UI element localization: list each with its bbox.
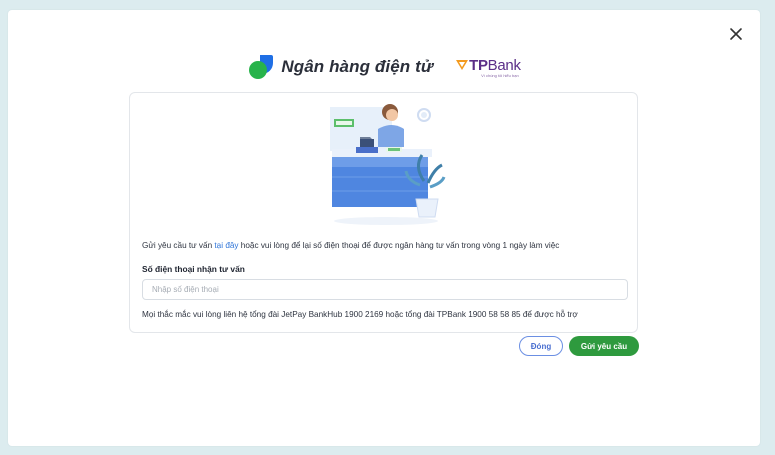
tpbank-mark-icon bbox=[456, 60, 469, 70]
modal-actions: Đóng Gửi yêu cầu bbox=[519, 336, 639, 356]
tpbank-name-bank: Bank bbox=[487, 56, 521, 74]
consultation-card: Gửi yêu cầu tư vấn tại đây hoặc vui lòng… bbox=[129, 92, 638, 333]
submit-request-button[interactable]: Gửi yêu cầu bbox=[569, 336, 639, 356]
tpbank-name-tp: TP bbox=[469, 56, 488, 74]
intro-suffix: hoặc vui lòng để lại số điện thoại để đư… bbox=[238, 241, 560, 250]
consultation-modal: Ngân hàng điện tử TPBank Vì chúng tôi hi… bbox=[8, 10, 760, 446]
phone-label: Số điện thoại nhận tư vấn bbox=[142, 264, 245, 274]
support-text: Mọi thắc mắc vui lòng liên hệ tổng đài J… bbox=[142, 310, 578, 319]
brand-title: Ngân hàng điện tử bbox=[281, 57, 434, 76]
jetpay-leaf-icon bbox=[249, 55, 274, 79]
bank-teller-illustration bbox=[330, 104, 446, 225]
phone-input[interactable] bbox=[142, 279, 628, 300]
tpbank-tagline: Vì chúng tôi hiểu bạn bbox=[481, 72, 519, 78]
jetpay-brand: Ngân hàng điện tử bbox=[247, 53, 433, 81]
intro-prefix: Gửi yêu cầu tư vấn bbox=[142, 241, 215, 250]
close-icon[interactable] bbox=[726, 24, 746, 44]
consult-request-link[interactable]: tại đây bbox=[214, 241, 238, 250]
tpbank-name: TPBank bbox=[469, 57, 521, 74]
tpbank-logo: TPBank Vì chúng tôi hiểu bạn bbox=[455, 57, 521, 78]
intro-text: Gửi yêu cầu tư vấn tại đây hoặc vui lòng… bbox=[142, 241, 559, 250]
modal-header: Ngân hàng điện tử TPBank Vì chúng tôi hi… bbox=[8, 50, 760, 84]
close-button[interactable]: Đóng bbox=[519, 336, 563, 356]
